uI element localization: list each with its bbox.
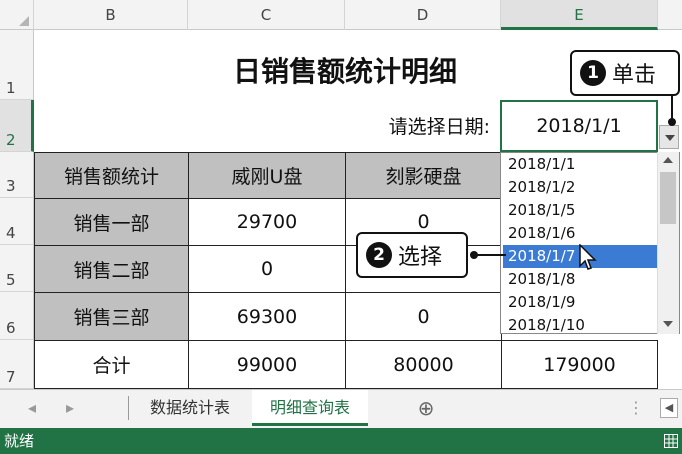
table-row-label[interactable]: 销售一部 <box>34 198 189 246</box>
dropdown-option[interactable]: 2018/1/10 <box>503 314 658 333</box>
callout-text: 单击 <box>612 63 657 88</box>
step-number-badge: 1 <box>580 60 606 86</box>
status-text: 就绪 <box>4 432 35 450</box>
table-row-label[interactable]: 销售二部 <box>34 245 189 293</box>
callout-text: 选择 <box>398 245 443 270</box>
row-header-5[interactable]: 5 <box>0 245 34 292</box>
sheet-title: 日销售额统计明细 <box>232 55 457 88</box>
table-cell[interactable]: 69300 <box>188 292 346 341</box>
total-cell[interactable]: 80000 <box>345 340 502 389</box>
column-header-c[interactable]: C <box>188 0 345 30</box>
callout-click: 1 单击 <box>570 50 680 96</box>
row-number: 3 <box>6 177 16 195</box>
table-cell[interactable]: 0 <box>345 292 502 341</box>
row-header-2[interactable]: 2 <box>0 100 34 152</box>
table-header-category[interactable]: 销售额统计 <box>34 152 189 199</box>
more-options-icon[interactable]: ⋮ <box>628 390 644 426</box>
dropdown-option[interactable]: 2018/1/5 <box>503 199 658 222</box>
status-bar: 就绪 <box>0 428 682 454</box>
row-number: 7 <box>6 368 16 386</box>
column-header-e[interactable]: E <box>501 0 658 30</box>
callout-select: 2 选择 <box>356 232 468 278</box>
sheet-tab-bar: ◂ ▸ 数据统计表 明细查询表 ⊕ ⋮ ◀ <box>0 389 682 428</box>
dropdown-option[interactable]: 2018/1/2 <box>503 176 658 199</box>
select-all-corner[interactable] <box>0 0 34 30</box>
callout-leader-line-icon <box>470 251 506 259</box>
row-header-7[interactable]: 7 <box>0 340 34 389</box>
sheet-tab-detail-query[interactable]: 明细查询表 <box>252 390 368 426</box>
dropdown-option[interactable]: 2018/1/6 <box>503 222 658 245</box>
mouse-pointer-icon <box>579 244 597 270</box>
column-header-d[interactable]: D <box>345 0 501 30</box>
row-number: 2 <box>6 131 16 149</box>
total-cell[interactable]: 99000 <box>188 340 346 389</box>
horizontal-scroll-left-icon[interactable]: ◀ <box>660 398 678 418</box>
normal-view-grid-icon[interactable] <box>664 434 678 448</box>
total-label[interactable]: 合计 <box>34 340 189 389</box>
row-header-4[interactable]: 4 <box>0 198 34 245</box>
dropdown-option[interactable]: 2018/1/1 <box>503 153 658 176</box>
select-all-triangle-icon <box>19 16 29 26</box>
row-number: 6 <box>6 319 16 337</box>
table-header-product-c[interactable]: 威刚U盘 <box>188 152 346 199</box>
dropdown-arrow-icon <box>665 135 675 141</box>
row-number: 5 <box>6 271 16 289</box>
scroll-up-icon[interactable] <box>663 157 673 163</box>
column-header-bar: B C D E <box>0 0 682 30</box>
scroll-down-icon[interactable] <box>663 321 673 327</box>
row-header-3[interactable]: 3 <box>0 152 34 198</box>
tab-scroll-left-icon[interactable]: ◂ <box>22 390 42 426</box>
row-header-1[interactable]: 1 <box>0 30 34 100</box>
date-select-cell[interactable]: 2018/1/1 <box>500 100 658 152</box>
table-cell[interactable]: 0 <box>188 245 346 293</box>
table-cell[interactable]: 29700 <box>188 198 346 246</box>
date-label: 请选择日期: <box>388 116 490 138</box>
step-number-badge: 2 <box>366 242 392 268</box>
add-sheet-icon[interactable]: ⊕ <box>410 390 442 426</box>
row-header-6[interactable]: 6 <box>0 292 34 340</box>
table-header-product-d[interactable]: 刻影硬盘 <box>345 152 502 199</box>
date-dropdown-list[interactable]: 2018/1/1 2018/1/2 2018/1/5 2018/1/6 2018… <box>500 152 680 334</box>
row-number: 4 <box>6 224 16 242</box>
sheet-tab-data-stats[interactable]: 数据统计表 <box>136 390 244 426</box>
tab-divider <box>128 396 129 420</box>
column-header-b[interactable]: B <box>34 0 188 30</box>
callout-leader-line-icon <box>668 96 676 126</box>
scrollbar-thumb[interactable] <box>660 172 676 224</box>
column-header-f[interactable] <box>658 0 682 30</box>
dropdown-option[interactable]: 2018/1/9 <box>503 291 658 314</box>
tab-scroll-right-icon[interactable]: ▸ <box>60 390 80 426</box>
row-number: 1 <box>6 79 16 97</box>
table-row-label[interactable]: 销售三部 <box>34 292 189 341</box>
total-cell[interactable]: 179000 <box>501 340 658 389</box>
